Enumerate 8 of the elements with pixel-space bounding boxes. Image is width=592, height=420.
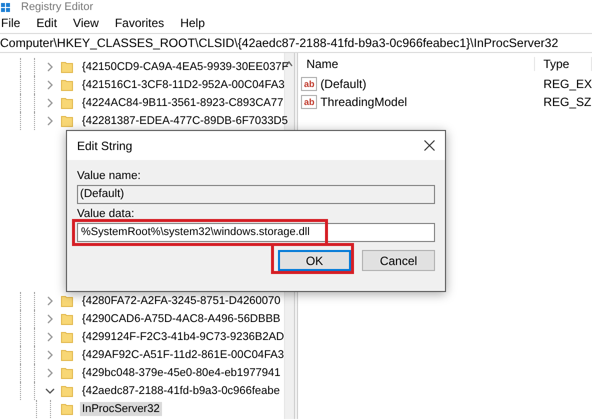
value-type: REG_EX [542,77,592,91]
field-label: Value data: [77,208,136,220]
field-label: Value name: [77,170,142,182]
window-title: Registry Editor [21,1,94,13]
string-value-icon: ab [301,95,318,109]
string-value-icon: ab [301,77,318,91]
value-type: REG_SZ [542,95,592,109]
dialog-title: Edit String [77,138,132,152]
